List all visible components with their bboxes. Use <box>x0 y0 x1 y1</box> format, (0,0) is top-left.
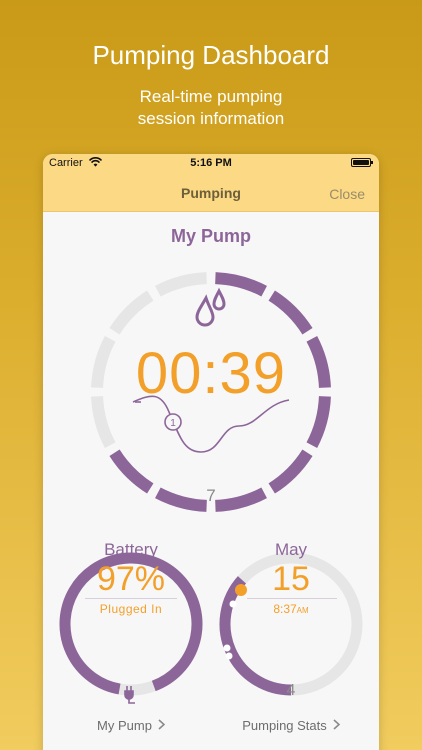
stats-divider <box>247 598 337 599</box>
stats-session-count: 4 <box>286 682 296 699</box>
battery-divider <box>85 598 177 599</box>
droplets-icon <box>195 287 226 327</box>
promo-subtitle-line1: Real-time pumping <box>139 87 283 106</box>
stats-session-dot <box>225 652 233 660</box>
navigation-bar: Pumping Close <box>43 172 379 212</box>
promo-title: Pumping Dashboard <box>92 40 330 70</box>
cycle-count: 7 <box>206 486 216 505</box>
chevron-right-icon <box>158 718 166 733</box>
chevron-right-icon <box>333 718 340 733</box>
status-bar: Carrier 5:16 PM <box>43 154 379 172</box>
dashboard-graphics: 1 <box>59 272 363 704</box>
wave-marker-label: 1 <box>170 418 176 429</box>
stats-time-ampm: AM <box>296 606 309 615</box>
my-pump-link-label: My Pump <box>97 718 152 733</box>
progress-segment <box>109 449 154 494</box>
progress-segment <box>214 272 267 297</box>
my-pump-link[interactable]: My Pump <box>57 718 205 733</box>
progress-segment <box>155 272 208 297</box>
stats-session-dot <box>223 644 231 652</box>
wave-marker: 1 <box>164 413 182 431</box>
phone-screen: Carrier 5:16 PM Pumping Close My Pump 1 … <box>43 154 379 750</box>
battery-value: 97% <box>96 560 166 598</box>
dashboard-content: My Pump 1 00:39 7 Battery 97% Plugged In… <box>43 212 379 750</box>
session-timer: 00:39 <box>135 341 287 406</box>
status-time: 5:16 PM <box>190 157 232 169</box>
pumping-stats-link-label: Pumping Stats <box>242 718 327 733</box>
close-button[interactable]: Close <box>329 186 365 202</box>
battery-label: Battery <box>104 540 158 559</box>
promo-subtitle: Real-time pumping session information <box>0 86 422 130</box>
progress-segment <box>268 449 313 494</box>
stats-time: 8:37AM <box>219 602 363 616</box>
progress-segment <box>109 290 154 335</box>
battery-status: Plugged In <box>99 602 163 616</box>
stats-month: May <box>274 540 308 559</box>
pumping-stats-link[interactable]: Pumping Stats <box>219 718 363 733</box>
stats-day: 15 <box>272 560 310 598</box>
progress-segment <box>268 290 313 335</box>
battery-status-icon <box>351 158 373 167</box>
promo-subtitle-line2: session information <box>137 109 285 128</box>
stats-time-value: 8:37 <box>273 602 297 616</box>
